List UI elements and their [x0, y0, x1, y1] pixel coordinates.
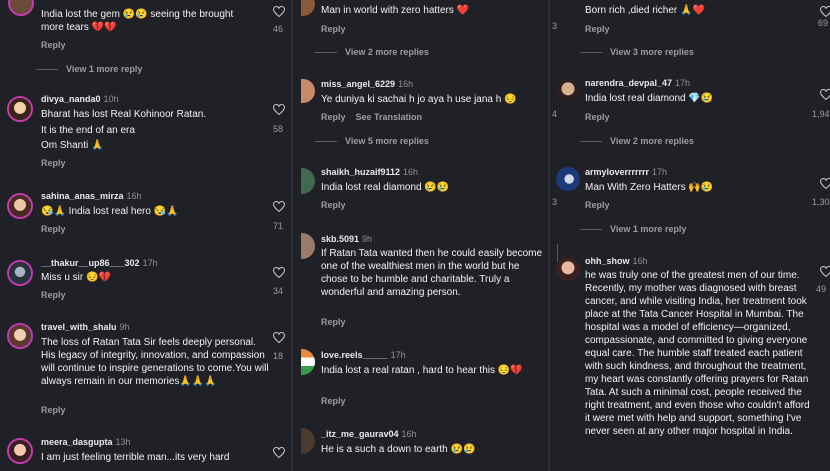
comment-text: he was truly one of the greatest men of … — [585, 270, 810, 437]
comment-username[interactable]: sahina_anas_mirza 16h — [41, 191, 142, 201]
reply-button[interactable]: Reply — [321, 317, 346, 327]
avatar[interactable] — [556, 78, 580, 102]
thread-line — [557, 244, 558, 262]
comment-text: He is a such a down to earth 😢😢 — [321, 444, 476, 455]
comment-text: Man in world with zero hatters ❤️ — [321, 5, 470, 16]
avatar[interactable] — [7, 96, 33, 122]
reply-link[interactable]: Reply — [321, 112, 346, 122]
comment-text: 😪🙏 India lost real hero 😪🙏 — [41, 206, 179, 217]
view-more-replies[interactable]: View 1 more reply — [580, 224, 686, 234]
avatar[interactable] — [7, 260, 33, 286]
avatar[interactable] — [301, 233, 315, 259]
avatar[interactable] — [556, 167, 580, 191]
comment-text: India lost real diamond 😢😢 — [321, 182, 450, 193]
heart-icon[interactable] — [273, 267, 285, 278]
avatar[interactable] — [301, 79, 315, 103]
like-count: 4 — [552, 109, 558, 119]
comment-username[interactable]: love.reels_____ 17h — [321, 350, 406, 360]
like-count: 1,94 — [812, 109, 830, 119]
heart-icon[interactable] — [273, 447, 285, 458]
comment-username[interactable]: armyloverrrrrrr 17h — [585, 167, 667, 177]
comment-text: If Ratan Tata wanted then he could easil… — [321, 248, 543, 298]
comments-column-3: Born rich ,died richer 🙏❤️ Reply 3 69 Vi… — [548, 0, 830, 471]
avatar[interactable] — [7, 438, 33, 464]
reply-button[interactable]: Reply — [321, 396, 346, 406]
view-more-replies[interactable]: View 3 more replies — [580, 47, 694, 57]
comment-text: The loss of Ratan Tata Sir feels deeply … — [41, 337, 269, 387]
avatar[interactable] — [301, 168, 315, 194]
comment-text: Man With Zero Hatters 🙌😢 — [585, 182, 714, 193]
comment-text: I am just feeling terrible man...its ver… — [41, 452, 230, 463]
reply-button[interactable]: Reply — [41, 224, 66, 234]
heart-icon[interactable] — [273, 6, 285, 17]
like-count: 1,30 — [812, 197, 830, 207]
avatar[interactable] — [7, 323, 33, 349]
reply-button[interactable]: Reply — [585, 24, 610, 34]
heart-icon[interactable] — [273, 104, 285, 115]
heart-icon[interactable] — [820, 178, 830, 189]
see-translation-link[interactable]: See Translation — [356, 112, 423, 122]
like-count: 71 — [273, 221, 284, 231]
reply-button: Reply See Translation — [321, 112, 422, 122]
comment-text: Om Shanti 🙏 — [41, 140, 104, 151]
comment-text: India lost a real ratan , hard to hear t… — [321, 365, 523, 376]
avatar[interactable] — [301, 428, 315, 454]
comment-username[interactable]: meera_dasgupta 13h — [41, 437, 131, 447]
reply-button[interactable]: Reply — [41, 405, 66, 415]
reply-button[interactable]: Reply — [41, 158, 66, 168]
like-count: 3 — [552, 197, 558, 207]
reply-button[interactable]: Reply — [585, 200, 610, 210]
heart-icon[interactable] — [273, 201, 285, 212]
comment-text: India lost the gem 😢😢 seeing the brought… — [41, 9, 234, 33]
comment-text: Born rich ,died richer 🙏❤️ — [585, 5, 705, 16]
comments-column-2: Man in world with zero hatters ❤️ Reply … — [291, 0, 550, 471]
comments-column-1: India lost the gem 😢😢 seeing the brought… — [0, 0, 291, 471]
like-count: 49 — [816, 284, 827, 294]
avatar[interactable] — [7, 193, 33, 219]
avatar[interactable] — [301, 0, 315, 16]
comment-username[interactable]: __thakur__up86___302 17h — [41, 258, 158, 268]
reply-button[interactable]: Reply — [41, 40, 66, 50]
like-count: 3 — [552, 21, 558, 31]
reply-button[interactable]: Reply — [41, 290, 66, 300]
heart-icon[interactable] — [820, 6, 830, 17]
comment-username[interactable]: travel_with_shalu 9h — [41, 322, 130, 332]
comment-text: Bharat has lost Real Kohinoor Ratan. — [41, 109, 207, 120]
like-count: 18 — [273, 351, 284, 361]
heart-icon[interactable] — [820, 266, 830, 277]
comment-username[interactable]: skb.5091 9h — [321, 234, 372, 244]
avatar[interactable] — [301, 349, 315, 375]
comment-username[interactable]: ohh_show 16h — [585, 256, 648, 266]
heart-icon[interactable] — [820, 89, 830, 100]
comment-username[interactable]: shaikh_huzaif9112 16h — [321, 167, 418, 177]
comment-text: India lost real diamond 💎😢 — [585, 93, 714, 104]
view-more-replies[interactable]: View 1 more reply — [36, 64, 142, 74]
comment-username[interactable]: divya_nanda0 10h — [41, 94, 119, 104]
like-count: 69 — [818, 18, 829, 28]
comment-username[interactable]: _itz_me_gaurav04 16h — [321, 429, 417, 439]
comment-username[interactable]: miss_angel_6229 16h — [321, 79, 413, 89]
like-count: 58 — [273, 124, 284, 134]
heart-icon[interactable] — [273, 332, 285, 343]
like-count: 34 — [273, 286, 284, 296]
comment-text: Miss u sir 😔💔 — [41, 272, 111, 283]
view-more-replies[interactable]: View 2 more replies — [315, 47, 429, 57]
reply-button[interactable]: Reply — [585, 112, 610, 122]
comment-username[interactable]: narendra_devpal_47 17h — [585, 78, 690, 88]
reply-button[interactable]: Reply — [321, 200, 346, 210]
view-more-replies[interactable]: View 5 more replies — [315, 136, 429, 146]
avatar[interactable] — [8, 0, 34, 16]
like-count: 46 — [273, 24, 284, 34]
view-more-replies[interactable]: View 2 more replies — [580, 136, 694, 146]
comment-text: Ye duniya ki sachai h jo aya h use jana … — [321, 94, 517, 105]
comment-text: It is the end of an era — [41, 125, 135, 136]
reply-button[interactable]: Reply — [321, 24, 346, 34]
avatar[interactable] — [556, 257, 580, 281]
